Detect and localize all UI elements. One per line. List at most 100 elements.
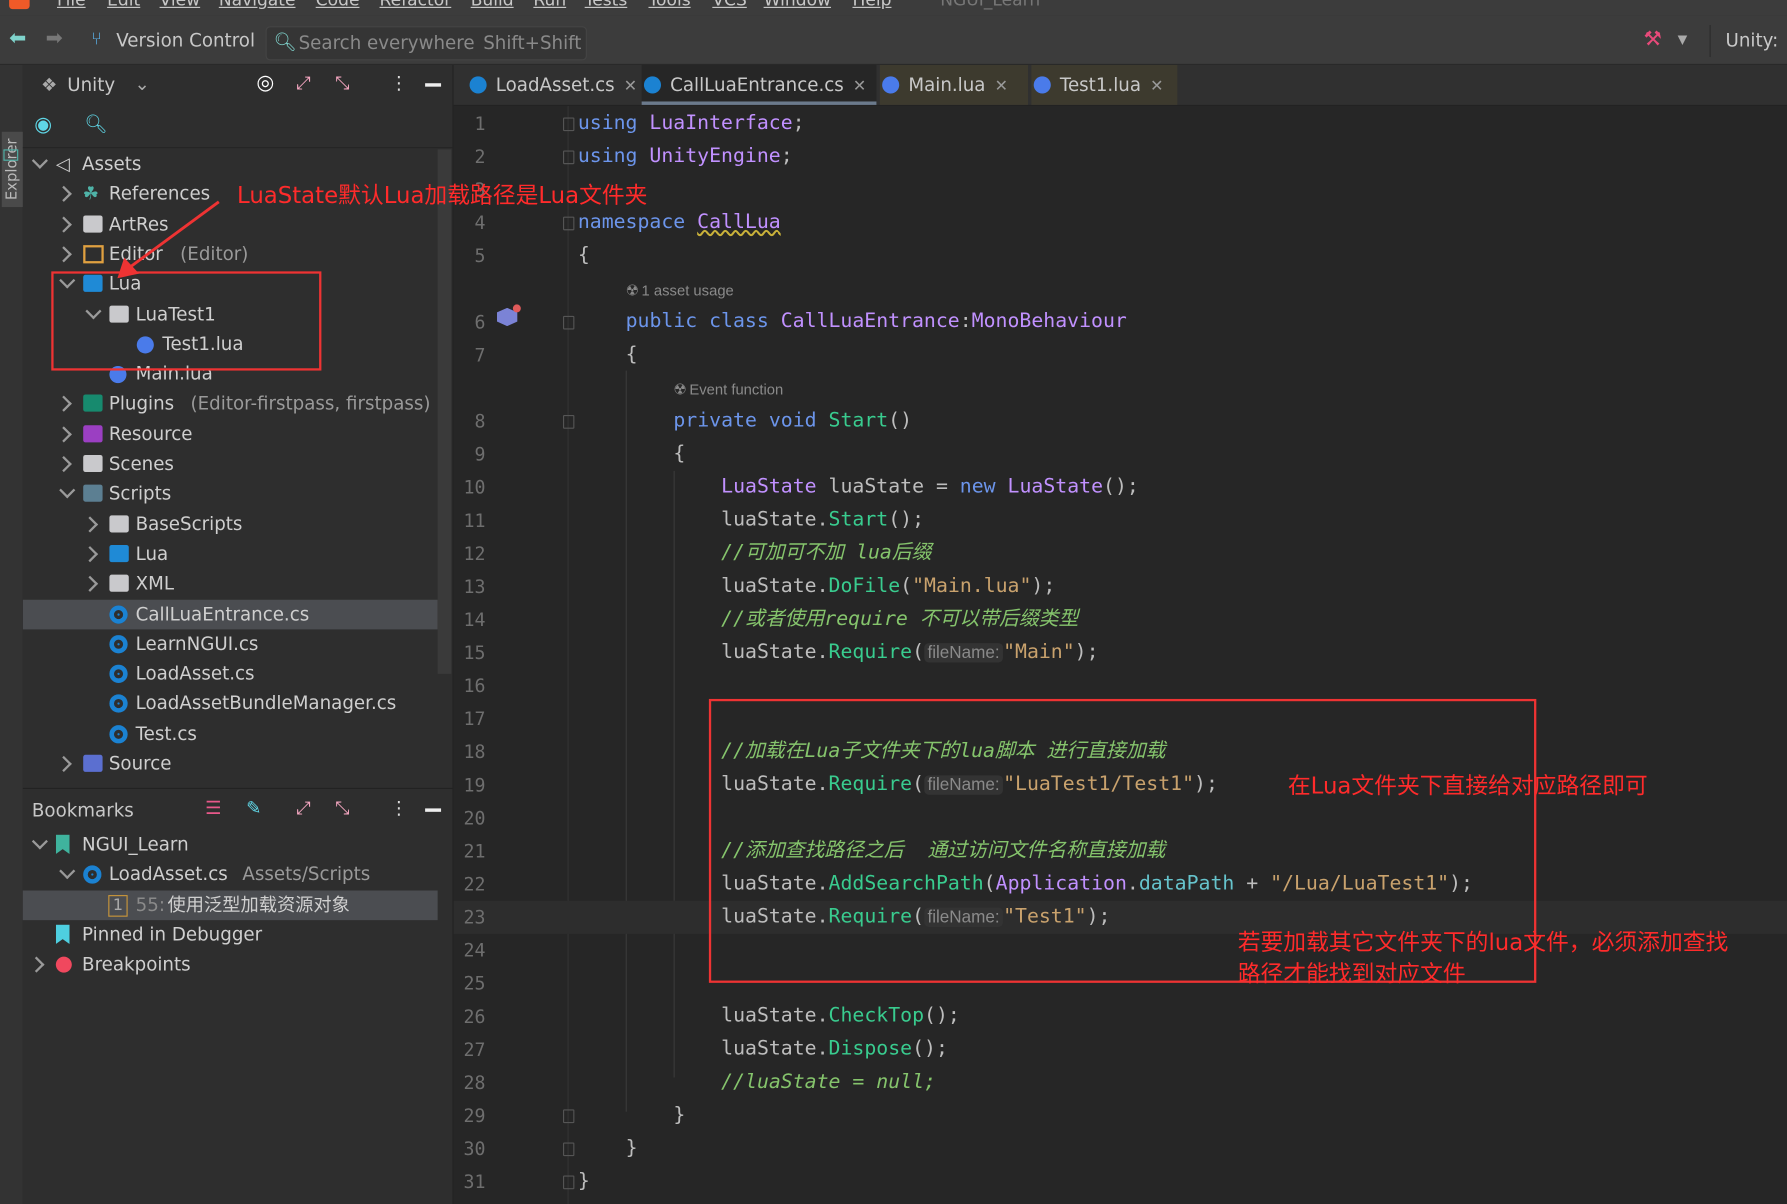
tree-item[interactable]: Source: [23, 749, 438, 779]
menu-edit[interactable]: Edit: [107, 0, 140, 10]
close-tab-icon[interactable]: ✕: [1150, 78, 1163, 96]
tab-test1-lua[interactable]: Test1.lua ✕: [1031, 64, 1178, 105]
expand-all-icon[interactable]: ⤢: [296, 72, 311, 95]
edit-pencil-icon[interactable]: ✎: [246, 797, 261, 819]
code-editor[interactable]: 1 using LuaInterface; 2 using UnityEngine; 3…: [453, 106, 1787, 1204]
code-line[interactable]: 16: [454, 669, 1787, 702]
fold-marker-icon[interactable]: [563, 415, 575, 429]
tree-item[interactable]: ArtRes: [23, 209, 438, 239]
chevron-down-icon[interactable]: [31, 833, 48, 850]
chevron-right-icon[interactable]: [55, 425, 72, 443]
code-line[interactable]: 2 using UnityEngine;: [454, 140, 1787, 173]
close-tab-icon[interactable]: ✕: [624, 78, 637, 96]
version-control-button[interactable]: Version Control: [116, 30, 255, 52]
build-hammer-icon[interactable]: ⚒: [1643, 27, 1661, 51]
menu-run[interactable]: Run: [533, 0, 566, 10]
fold-marker-icon[interactable]: [563, 1109, 575, 1124]
expand-all-icon[interactable]: ⤢: [296, 797, 311, 820]
fold-marker-icon[interactable]: [563, 1175, 575, 1190]
code-vision-label[interactable]: Event function: [689, 373, 783, 406]
tab-main-lua[interactable]: Main.lua ✕: [879, 64, 1029, 105]
code-line[interactable]: 28 //luaState = null;: [454, 1066, 1787, 1099]
menu-navigate[interactable]: Navigate: [219, 0, 296, 10]
unity-status[interactable]: Unity:: [1726, 30, 1779, 52]
tree-item[interactable]: BaseScripts: [23, 509, 438, 539]
bookmark-item[interactable]: LoadAsset.cs Assets/Scripts: [23, 860, 438, 890]
tab-loadasset-cs[interactable]: LoadAsset.cs ✕: [467, 65, 638, 105]
code-line[interactable]: 3: [454, 173, 1787, 206]
code-line[interactable]: 27 luaState.Dispose();: [454, 1033, 1787, 1066]
close-tab-icon[interactable]: ✕: [995, 78, 1008, 96]
menu-help[interactable]: Help: [852, 0, 891, 10]
code-line[interactable]: 1 using LuaInterface;: [454, 107, 1787, 140]
tree-item[interactable]: LoadAsset.cs: [23, 659, 438, 689]
build-dropdown-icon[interactable]: ▼: [1678, 32, 1688, 47]
chevron-right-icon[interactable]: [55, 246, 72, 263]
fold-marker-icon[interactable]: [563, 216, 575, 231]
menu-build[interactable]: Build: [471, 0, 514, 10]
tree-scrollbar[interactable]: [437, 149, 452, 674]
code-line[interactable]: 8 private void Start(): [454, 405, 1787, 438]
search-everywhere-input[interactable]: 🔍︎ Search everywhere Shift+Shift: [265, 26, 587, 61]
tree-item[interactable]: XML: [23, 569, 438, 599]
tree-item[interactable]: CallLuaEntrance.cs: [22, 599, 438, 629]
search-icon[interactable]: 🔍︎: [84, 113, 107, 135]
menu-code[interactable]: Code: [316, 0, 360, 10]
code-line[interactable]: 14 //或者使用require 不可以带后缀类型: [454, 603, 1787, 636]
menu-window[interactable]: Window: [764, 0, 831, 10]
chevron-right-icon[interactable]: [81, 515, 99, 533]
chevron-down-icon[interactable]: ⌄: [134, 73, 149, 95]
minimize-icon[interactable]: [425, 808, 442, 812]
menu-tools[interactable]: Tools: [648, 0, 690, 10]
bookmark-item[interactable]: NGUI_Learn: [23, 830, 438, 860]
close-tab-icon[interactable]: ✕: [853, 78, 866, 96]
bookmark-item[interactable]: Breakpoints: [23, 950, 438, 980]
tree-item[interactable]: Editor (Editor): [23, 239, 438, 269]
code-line[interactable]: 5{: [454, 239, 1787, 272]
menu-file[interactable]: File: [57, 0, 86, 10]
code-line[interactable]: 6 public class CallLuaEntrance:MonoBehavi…: [454, 306, 1787, 339]
tree-item[interactable]: ◁ Assets: [23, 149, 438, 179]
fold-marker-icon[interactable]: [563, 117, 575, 132]
tree-item[interactable]: Scenes: [23, 449, 438, 479]
menu-vcs[interactable]: VCS: [712, 0, 746, 10]
code-line[interactable]: 7{: [454, 339, 1787, 372]
explorer-tool-button[interactable]: Explorer: [1, 131, 24, 208]
code-line[interactable]: 4 namespace CallLua: [454, 206, 1787, 239]
menu-refactor[interactable]: Refactor: [380, 0, 452, 10]
tree-item[interactable]: Lua: [23, 539, 438, 569]
list-icon[interactable]: ☰: [205, 797, 221, 819]
code-vision-label[interactable]: 1 asset usage: [642, 274, 734, 307]
bookmark-item[interactable]: 1 55: 使用泛型加载资源对象: [22, 890, 438, 920]
chevron-right-icon[interactable]: [28, 956, 45, 973]
tree-item[interactable]: LearnNGUI.cs: [23, 629, 438, 659]
chevron-down-icon[interactable]: [31, 152, 48, 169]
tree-item[interactable]: Plugins (Editor-firstpass, firstpass): [23, 389, 438, 419]
tree-item[interactable]: Test.cs: [23, 719, 438, 749]
more-options-icon[interactable]: ⋮: [390, 797, 408, 819]
code-line[interactable]: 26 luaState.CheckTop();: [454, 1000, 1787, 1033]
code-line[interactable]: 15 luaState.Require(fileName: "Main");: [454, 636, 1787, 669]
code-line[interactable]: 12 //可加可不加 lua后缀: [454, 537, 1787, 570]
chevron-right-icon[interactable]: [55, 455, 72, 473]
tree-item[interactable]: LoadAssetBundleManager.cs: [23, 689, 438, 719]
collapse-all-icon[interactable]: ⤡: [335, 72, 350, 95]
menu-tests[interactable]: Tests: [585, 0, 628, 10]
collapse-all-icon[interactable]: ⤡: [335, 797, 350, 820]
more-options-icon[interactable]: ⋮: [390, 72, 408, 94]
bookmark-item[interactable]: Pinned in Debugger: [23, 920, 438, 950]
eye-icon[interactable]: ◉: [34, 113, 52, 137]
fold-marker-icon[interactable]: [563, 1142, 575, 1157]
forward-arrow-icon[interactable]: ➡: [46, 26, 63, 50]
fold-marker-icon[interactable]: [563, 315, 575, 330]
chevron-right-icon[interactable]: [55, 216, 72, 233]
chevron-down-icon[interactable]: [58, 482, 75, 499]
locate-target-icon[interactable]: ◎: [256, 71, 274, 95]
chevron-right-icon[interactable]: [81, 575, 99, 593]
chevron-right-icon[interactable]: [81, 545, 99, 563]
minimize-icon[interactable]: [425, 83, 442, 87]
code-line[interactable]: 13 luaState.DoFile("Main.lua");: [454, 570, 1787, 603]
chevron-down-icon[interactable]: [58, 863, 75, 880]
chevron-right-icon[interactable]: [55, 755, 72, 772]
code-line[interactable]: 11 luaState.Start();: [454, 504, 1787, 537]
